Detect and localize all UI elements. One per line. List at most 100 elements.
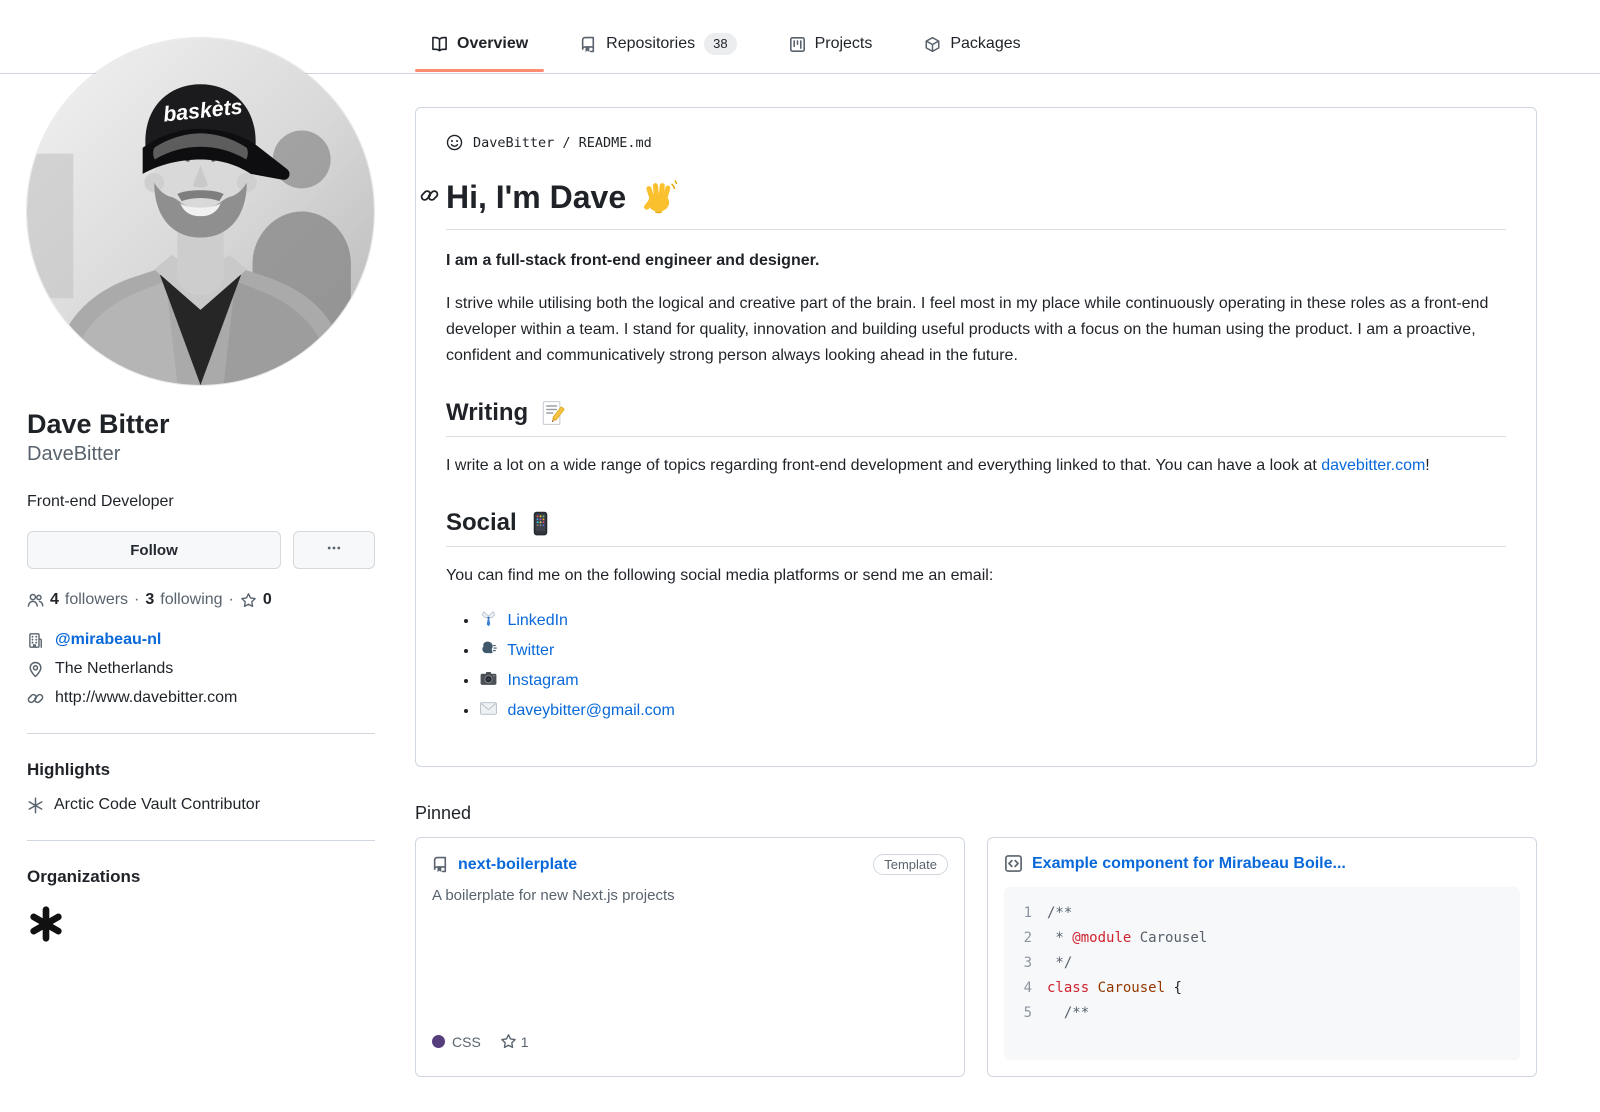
readme-title: Hi, I'm Dave [446, 177, 1506, 230]
website-link[interactable]: http://www.davebitter.com [55, 689, 237, 707]
camera-emoji [479, 669, 498, 688]
social-paragraph: You can find me on the following social … [446, 563, 1506, 589]
pinned-grid: next-boilerplate Template A boilerplate … [415, 837, 1537, 1077]
website-row: http://www.davebitter.com [27, 689, 375, 707]
star-icon [240, 592, 257, 609]
pinned-repo-footer: CSS 1 [432, 1033, 948, 1050]
pinned-title: Pinned [415, 803, 1537, 824]
pinned-section: Pinned next-boilerplate Template A boile… [415, 803, 1537, 1077]
profile-readme-card: DaveBitter / README.md Hi, I'm Dave [415, 107, 1537, 767]
tab-projects-label: Projects [815, 35, 873, 53]
pinned-repo-card: next-boilerplate Template A boilerplate … [415, 837, 965, 1077]
speaking-head-emoji [479, 639, 498, 658]
smiley-icon [446, 134, 463, 151]
envelope-emoji [479, 699, 498, 718]
writing-text-after: ! [1425, 457, 1429, 474]
pinned-gist-header: Example component for Mirabeau Boile... [1004, 854, 1520, 873]
sidebar-divider [27, 733, 375, 734]
readme-path-text: DaveBitter / README.md [473, 135, 652, 151]
readme-title-text: Hi, I'm Dave [446, 179, 626, 216]
writing-title-text: Writing [446, 399, 528, 427]
stars-count: 0 [263, 591, 272, 609]
template-badge: Template [873, 854, 948, 875]
readme-path: DaveBitter / README.md [446, 134, 1506, 151]
mobile-phone-emoji [527, 510, 554, 537]
highlight-arctic-code-vault: Arctic Code Vault Contributor [27, 796, 375, 814]
repo-icon [580, 36, 597, 53]
kebab-icon [326, 540, 342, 560]
waving-hand-emoji [638, 177, 678, 217]
writing-text: I write a lot on a wide range of topics … [446, 457, 1321, 474]
tab-overview-label: Overview [457, 35, 528, 53]
star-icon [500, 1033, 517, 1050]
following-label: following [160, 591, 222, 609]
repo-stars-link[interactable]: 1 [500, 1033, 529, 1050]
repositories-count-badge: 38 [704, 33, 736, 55]
list-item-instagram: Instagram [479, 666, 1506, 696]
highlight-label: Arctic Code Vault Contributor [54, 796, 260, 814]
more-options-button[interactable] [293, 531, 375, 569]
profile-name: Dave Bitter [27, 407, 375, 441]
list-item-linkedin: LinkedIn [479, 606, 1506, 636]
location-row: The Netherlands [27, 660, 375, 678]
repo-icon [432, 856, 449, 873]
profile-actions: Follow [27, 531, 375, 569]
follow-stats[interactable]: 4 followers · 3 following · 0 [27, 591, 375, 609]
profile-avatar[interactable]: baskèts [27, 38, 374, 385]
tab-packages-label: Packages [950, 35, 1020, 53]
anchor-link-icon[interactable] [420, 186, 439, 205]
profile-details: @mirabeau-nl The Netherlands http://www.… [27, 631, 375, 707]
book-icon [431, 36, 448, 53]
line-number: 5 [1016, 1001, 1032, 1026]
location-icon [27, 661, 44, 678]
line-number: 2 [1016, 926, 1032, 951]
language-color-dot [432, 1035, 445, 1048]
followers-label: followers [65, 591, 128, 609]
line-number: 1 [1016, 901, 1032, 926]
following-count: 3 [145, 591, 154, 609]
location-text: The Netherlands [55, 660, 173, 678]
line-number: 3 [1016, 951, 1032, 976]
line-number: 4 [1016, 976, 1032, 1001]
separator-dot: · [229, 591, 234, 609]
followers-count: 4 [50, 591, 59, 609]
organization-row: @mirabeau-nl [27, 631, 375, 649]
active-tab-underline [415, 69, 544, 72]
readme-intro-bold: I am a full-stack front-end engineer and… [446, 248, 1506, 274]
building-icon [27, 632, 44, 649]
follow-button[interactable]: Follow [27, 531, 281, 569]
list-item-email: daveybitter@gmail.com [479, 696, 1506, 726]
tab-packages[interactable]: Packages [908, 15, 1036, 73]
writing-paragraph: I write a lot on a wide range of topics … [446, 453, 1506, 479]
email-link[interactable]: daveybitter@gmail.com [507, 702, 674, 719]
pinned-gist-link[interactable]: Example component for Mirabeau Boile... [1032, 855, 1346, 873]
arctic-vault-icon [27, 797, 44, 814]
code-line: 5 /** [1016, 1001, 1508, 1026]
pinned-repo-link[interactable]: next-boilerplate [458, 856, 577, 874]
organization-avatar-mirabeau[interactable] [27, 905, 65, 948]
tab-projects[interactable]: Projects [773, 15, 889, 73]
organization-handle[interactable]: @mirabeau-nl [55, 631, 161, 649]
pinned-gist-card: Example component for Mirabeau Boile... … [987, 837, 1537, 1077]
linkedin-link[interactable]: LinkedIn [507, 612, 568, 629]
instagram-link[interactable]: Instagram [507, 672, 578, 689]
people-icon [27, 592, 44, 609]
gist-code-preview: 1 /** 2 * @module Carousel 3 */ 4 [1004, 887, 1520, 1060]
writing-section-title: Writing [446, 399, 1506, 437]
profile-bio: Front-end Developer [27, 493, 375, 511]
davebitter-link[interactable]: davebitter.com [1321, 457, 1425, 474]
sidebar-divider [27, 840, 375, 841]
code-square-icon [1004, 854, 1023, 873]
pinned-repo-header: next-boilerplate Template [432, 854, 948, 875]
code-line: 2 * @module Carousel [1016, 926, 1508, 951]
necktie-emoji [479, 609, 498, 628]
packages-icon [924, 36, 941, 53]
tab-repositories-label: Repositories [606, 35, 695, 53]
tab-overview[interactable]: Overview [415, 15, 544, 73]
organizations-title: Organizations [27, 867, 375, 887]
pinned-repo-description: A boilerplate for new Next.js projects [432, 885, 948, 907]
tab-repositories[interactable]: Repositories 38 [564, 15, 752, 73]
social-title-text: Social [446, 509, 517, 537]
twitter-link[interactable]: Twitter [507, 642, 554, 659]
highlights-title: Highlights [27, 760, 375, 780]
